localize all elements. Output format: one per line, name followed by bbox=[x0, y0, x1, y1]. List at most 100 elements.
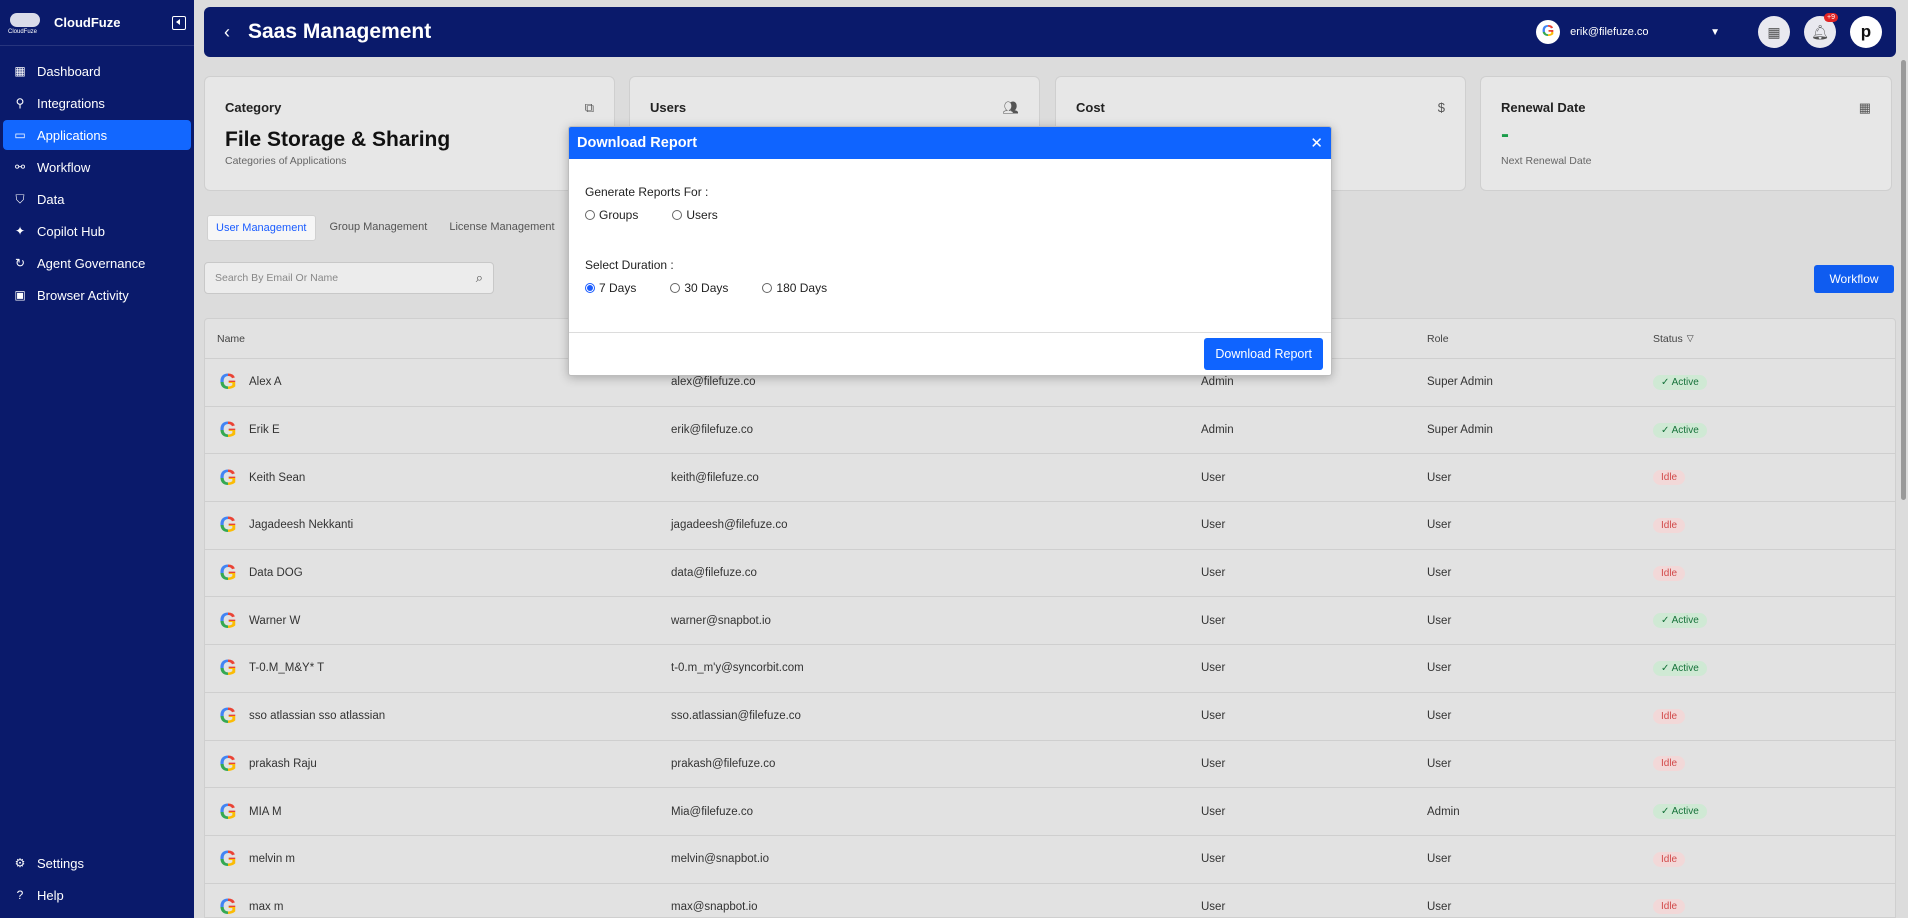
radio-label: Groups bbox=[599, 208, 639, 222]
gear-icon: ⚙ bbox=[14, 856, 26, 870]
sidebar-item-agent-governance[interactable]: ↻ Agent Governance bbox=[3, 248, 191, 278]
sidebar-item-help[interactable]: ? Help bbox=[3, 880, 191, 910]
user-name: Erik E bbox=[249, 424, 280, 437]
radio-button[interactable] bbox=[762, 283, 773, 293]
table-row[interactable]: Gsso atlassian sso atlassian sso.atlassia… bbox=[205, 693, 1895, 741]
download-report-button[interactable]: Download Report bbox=[1204, 338, 1323, 370]
tab-user-management[interactable]: User Management bbox=[207, 215, 316, 241]
sidebar-bottom: ⚙ Settings ? Help bbox=[0, 846, 194, 912]
user-name-cell: G MIA M bbox=[205, 799, 671, 825]
status-badge: ✓ Active bbox=[1653, 374, 1707, 390]
sidebar-item-label: Copilot Hub bbox=[37, 223, 105, 239]
sidebar-item-dashboard[interactable]: ▦ Dashboard bbox=[3, 56, 191, 86]
sidebar-item-label: Workflow bbox=[37, 159, 91, 175]
radio-button[interactable] bbox=[585, 283, 595, 293]
user-name-cell: G Data DOG bbox=[205, 560, 671, 586]
filter-icon[interactable]: ▽ bbox=[1687, 333, 1694, 344]
tab-license-management[interactable]: License Management bbox=[441, 215, 562, 241]
user-name-cell: Gsso atlassian sso atlassian bbox=[205, 703, 671, 729]
integrations-icon: ⚲ bbox=[15, 96, 25, 110]
sidebar-item-label: Browser Activity bbox=[37, 287, 129, 303]
users-icon: 👥︎ bbox=[1002, 100, 1019, 115]
radio-users[interactable]: Users bbox=[672, 208, 718, 222]
radio-7-days[interactable]: 7 Days bbox=[585, 281, 636, 295]
table-row[interactable]: G MIA M Mia@filefuze.co User Admin ✓ Active bbox=[205, 788, 1895, 836]
collapse-sidebar-icon[interactable] bbox=[172, 15, 186, 30]
radio-button[interactable] bbox=[585, 210, 595, 220]
sparkle-icon: ✦ bbox=[14, 224, 26, 238]
user-name: Jagadeesh Nekkanti bbox=[249, 519, 354, 532]
user-name: melvin m bbox=[249, 853, 296, 866]
user-name-cell: G Warner W bbox=[205, 608, 671, 634]
sidebar-item-settings[interactable]: ⚙ Settings bbox=[3, 848, 191, 878]
google-icon: G bbox=[217, 369, 239, 395]
notifications-button[interactable]: 🔔︎ +9 bbox=[1804, 13, 1838, 48]
user-type: User bbox=[1201, 614, 1226, 627]
search-icon[interactable]: ⌕ bbox=[476, 270, 483, 286]
chevron-down-icon: ▼ bbox=[1710, 26, 1720, 38]
sidebar-item-browser-activity[interactable]: ▣ Browser Activity bbox=[3, 280, 191, 310]
table-row[interactable]: Gmelvin m melvin@snapbot.io User User Idle bbox=[205, 836, 1895, 884]
user-type: User bbox=[1201, 853, 1226, 866]
radio-180-days[interactable]: 180 Days bbox=[762, 281, 827, 295]
user-type: User bbox=[1201, 662, 1226, 675]
google-icon: G bbox=[217, 560, 239, 586]
radio-button[interactable] bbox=[672, 210, 683, 220]
user-role: User bbox=[1427, 710, 1452, 723]
user-name: max m bbox=[249, 900, 284, 913]
avatar[interactable]: p bbox=[1850, 16, 1882, 48]
generate-reports-options: Groups Users bbox=[585, 208, 1315, 222]
status-label: Idle bbox=[1661, 519, 1678, 531]
select-duration-label: Select Duration : bbox=[585, 258, 674, 272]
sidebar-item-data[interactable]: ⛉ Data bbox=[3, 184, 191, 214]
close-icon[interactable]: ✕ bbox=[1310, 134, 1323, 152]
sidebar-item-copilot-hub[interactable]: ✦ Copilot Hub bbox=[3, 216, 191, 246]
status-label: Active bbox=[1671, 662, 1699, 674]
google-icon: G bbox=[217, 512, 239, 538]
sidebar-item-label: Applications bbox=[37, 127, 108, 143]
user-name-cell: G Keith Sean bbox=[205, 465, 671, 491]
user-name: MIA M bbox=[249, 805, 282, 818]
user-email: Mia@filefuze.co bbox=[671, 805, 753, 818]
google-icon: G bbox=[217, 608, 239, 634]
radio-groups[interactable]: Groups bbox=[585, 208, 638, 222]
user-email: max@snapbot.io bbox=[671, 900, 758, 913]
generate-reports-label: Generate Reports For : bbox=[585, 185, 709, 199]
status-label: Idle bbox=[1661, 853, 1678, 865]
user-name: Warner W bbox=[249, 614, 301, 627]
sidebar-item-workflow[interactable]: ⚯ Workflow bbox=[3, 152, 191, 182]
tab-group-management[interactable]: Group Management bbox=[322, 215, 436, 241]
table-row[interactable]: G Jagadeesh Nekkanti jagadeesh@filefuze.co… bbox=[205, 502, 1895, 550]
status-label: Idle bbox=[1661, 567, 1678, 579]
table-row[interactable]: G Keith Sean keith@filefuze.co User User Idle bbox=[205, 454, 1895, 503]
user-role: Admin bbox=[1427, 805, 1460, 818]
user-name-cell: Gmax m bbox=[205, 894, 671, 917]
table-row[interactable]: G Data DOG data@filefuze.co User User Idle bbox=[205, 550, 1895, 598]
table-row[interactable]: G T-0.M_M&Y* T t-0.m_m'y@syncorbit.com User… bbox=[205, 645, 1895, 693]
google-icon: G bbox=[1536, 20, 1561, 44]
calendar-button[interactable]: ▦ bbox=[1758, 16, 1790, 48]
page-title: Saas Management bbox=[248, 20, 432, 43]
applications-icon: ▭ bbox=[14, 128, 26, 142]
dialog-title: Download Report bbox=[577, 135, 698, 151]
user-role: User bbox=[1427, 519, 1452, 532]
table-row[interactable]: G Warner W warner@snapbot.io User User ✓ Acti… bbox=[205, 597, 1895, 646]
back-chevron-icon[interactable]: ‹ bbox=[224, 22, 230, 43]
table-row[interactable]: G Erik E erik@filefuze.co Admin Super Admin ✓… bbox=[205, 407, 1895, 455]
account-selector[interactable]: G erik@filefuze.co ▼ bbox=[1536, 20, 1720, 44]
sidebar-item-applications[interactable]: ▭ Applications bbox=[3, 120, 191, 150]
column-status[interactable]: Status ▽ bbox=[1653, 333, 1895, 345]
external-link-icon[interactable]: ⧉ bbox=[585, 100, 594, 116]
user-email: data@filefuze.co bbox=[671, 567, 757, 580]
table-row[interactable]: Gprakash Raju prakash@filefuze.co User User… bbox=[205, 741, 1895, 789]
status-cell: Idle bbox=[1653, 470, 1895, 486]
scrollbar[interactable] bbox=[1901, 60, 1906, 500]
sidebar-item-integrations[interactable]: ⚲ Integrations bbox=[3, 88, 191, 118]
radio-button[interactable] bbox=[670, 283, 681, 293]
table-row[interactable]: Gmax m max@snapbot.io User User Idle bbox=[205, 884, 1895, 917]
status-badge: Idle bbox=[1653, 517, 1686, 533]
workflow-button[interactable]: Workflow bbox=[1814, 265, 1894, 293]
search-input[interactable] bbox=[215, 272, 476, 284]
radio-30-days[interactable]: 30 Days bbox=[670, 281, 728, 295]
brand: CloudFuze CloudFuze bbox=[0, 0, 194, 46]
